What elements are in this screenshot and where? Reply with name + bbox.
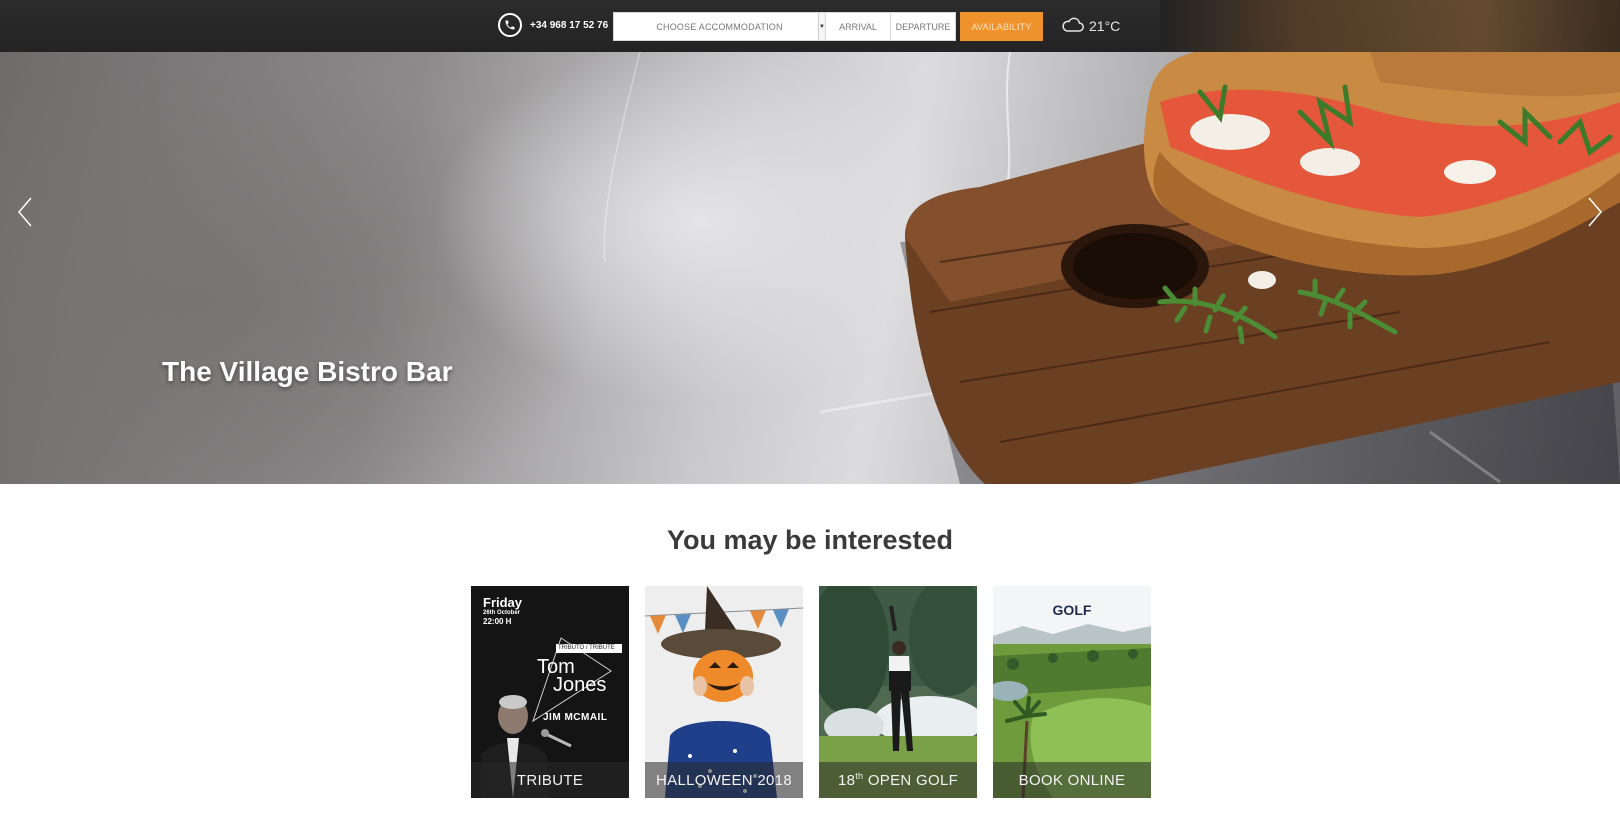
poster-tag: TRIBUTO / TRIBUTE — [558, 645, 615, 651]
poster-day: Friday — [483, 595, 523, 610]
card-label[interactable]: TRIBUTE — [471, 762, 629, 798]
poster-date: 26th October — [483, 610, 521, 616]
arrival-placeholder: ARRIVAL — [839, 21, 877, 32]
temperature: 21°C — [1089, 18, 1121, 34]
caret-down-icon[interactable]: ▼ — [818, 13, 825, 40]
card-label-text: 18th OPEN GOLF — [837, 771, 959, 789]
cloud-icon — [1062, 17, 1084, 36]
topbar-background-image — [1160, 0, 1620, 52]
weather-widget: 21°C — [1062, 14, 1120, 38]
card-label-text: HALLOWEEN 2018 — [656, 771, 792, 789]
accommodation-placeholder: CHOOSE ACCOMMODATION — [656, 21, 783, 32]
arrival-date-field[interactable]: ARRIVAL — [826, 12, 891, 41]
departure-placeholder: DEPARTURE — [895, 21, 951, 32]
slider-next-button[interactable] — [1582, 192, 1608, 232]
section-title: You may be interested — [666, 525, 954, 555]
hero-slider: The Village Bistro Bar — [0, 52, 1620, 484]
card-label-text: BOOK ONLINE — [1018, 771, 1126, 789]
top-bar: +34 968 17 52 76 CHOOSE ACCOMMODATION ▼ … — [0, 0, 1620, 52]
card-open-golf[interactable]: 18th OPEN GOLF — [819, 586, 977, 798]
poster-time: 22:00 H — [483, 617, 512, 626]
chevron-right-icon — [1588, 197, 1602, 227]
departure-date-field[interactable]: DEPARTURE — [891, 12, 956, 41]
hero-title: The Village Bistro Bar — [162, 356, 453, 387]
card-label-text: TRIBUTE — [516, 771, 584, 789]
card-tribute[interactable]: Friday 26th October 22:00 H TRIBUTO / TR… — [471, 586, 629, 798]
golf-poster-heading: GOLF — [1052, 602, 1092, 618]
chevron-left-icon — [18, 197, 32, 227]
poster-name-line2: Jones — [553, 674, 607, 696]
card-label[interactable]: HALLOWEEN 2018 — [645, 762, 803, 798]
phone-contact[interactable]: +34 968 17 52 76 — [498, 13, 608, 37]
availability-label: AVAILABILITY — [971, 21, 1032, 32]
interest-cards: Friday 26th October 22:00 H TRIBUTO / TR… — [471, 586, 1151, 798]
availability-button[interactable]: AVAILABILITY — [960, 12, 1043, 41]
card-label[interactable]: 18th OPEN GOLF — [819, 762, 977, 798]
card-halloween[interactable]: HALLOWEEN 2018 — [645, 586, 803, 798]
poster-performer: JIM MCMAIL — [543, 712, 608, 723]
phone-icon — [498, 13, 522, 37]
slider-prev-button[interactable] — [12, 192, 38, 232]
accommodation-select[interactable]: CHOOSE ACCOMMODATION ▼ — [613, 12, 826, 41]
hero-sandwich-image — [603, 52, 1620, 484]
card-book-online[interactable]: GOLF BOOK ONLINE — [993, 586, 1151, 798]
phone-number[interactable]: +34 968 17 52 76 — [530, 20, 608, 31]
booking-form: CHOOSE ACCOMMODATION ▼ ARRIVAL DEPARTURE… — [613, 12, 1043, 41]
card-label[interactable]: BOOK ONLINE — [993, 762, 1151, 798]
